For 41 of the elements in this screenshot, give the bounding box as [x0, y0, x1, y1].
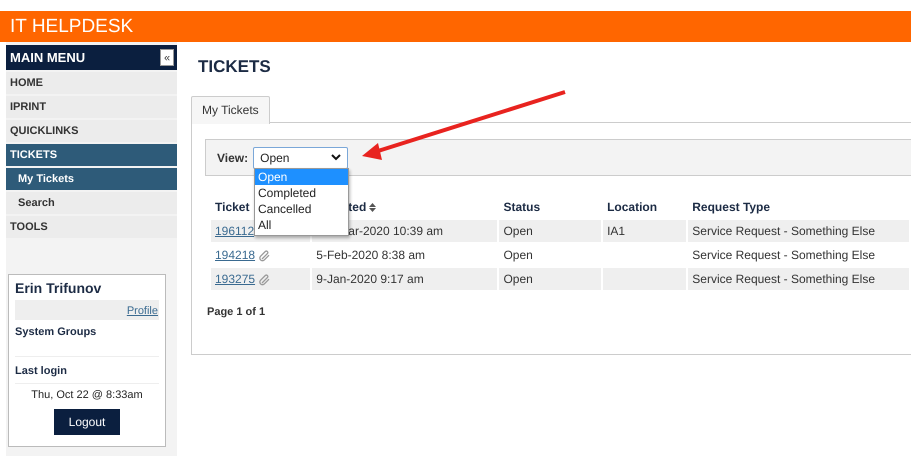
sort-icon[interactable]: [369, 203, 376, 212]
app-title: IT HELPDESK: [0, 11, 911, 42]
logout-button[interactable]: Logout: [54, 409, 120, 435]
menu-item[interactable]: HOME: [6, 72, 177, 94]
column-header: Request Type: [692, 200, 770, 214]
table-cell: Service Request - Something Else: [688, 220, 909, 242]
table-cell: Open: [499, 268, 602, 290]
dropdown-option[interactable]: Completed: [255, 185, 348, 201]
table-cell: Service Request - Something Else: [688, 268, 909, 290]
table-cell-text: 5-Feb-2020 8:38 am: [315, 247, 426, 264]
view-dropdown[interactable]: Open: [253, 146, 348, 168]
ticket-link[interactable]: 194218: [215, 248, 256, 262]
column-header[interactable]: ted: [348, 200, 366, 214]
column-header: Status: [503, 200, 540, 214]
column-header: Ticket: [215, 200, 250, 214]
menu-item[interactable]: My Tickets: [6, 168, 177, 190]
user-name: Erin Trifunov: [15, 280, 102, 296]
menu-item[interactable]: TOOLS: [6, 216, 177, 238]
menu-title: MAIN MENU: [10, 50, 86, 65]
table-cell-text: Open: [502, 247, 534, 264]
table-cell: 9-Jan-2020 9:17 am: [312, 268, 498, 290]
table-cell: IA1: [603, 220, 686, 242]
table-cell: Open: [499, 220, 602, 242]
system-groups-label: System Groups: [15, 320, 159, 357]
dropdown-option[interactable]: Cancelled: [255, 201, 348, 217]
menu-item[interactable]: QUICKLINKS: [6, 120, 177, 142]
last-login-label: Last login: [15, 357, 159, 384]
caret-icon: [331, 154, 342, 161]
menu-item[interactable]: Search: [6, 192, 177, 214]
tab[interactable]: My Tickets: [191, 96, 270, 124]
column-header: Location: [607, 200, 658, 214]
collapse-button[interactable]: «: [160, 49, 174, 66]
profile-link[interactable]: Profile: [126, 305, 158, 317]
menu-item[interactable]: IPRINT: [6, 96, 177, 118]
page-indicator: Page 1 of 1: [207, 306, 266, 318]
view-label: View:: [217, 150, 248, 164]
ticket-link[interactable]: 196112: [215, 224, 254, 238]
table-cell-text: Service Request - Something Else: [691, 247, 876, 264]
last-login-time: Thu, Oct 22 @ 8:33am: [30, 388, 144, 403]
menu-item[interactable]: TICKETS: [6, 144, 177, 166]
page-title: TICKETS: [198, 57, 272, 78]
